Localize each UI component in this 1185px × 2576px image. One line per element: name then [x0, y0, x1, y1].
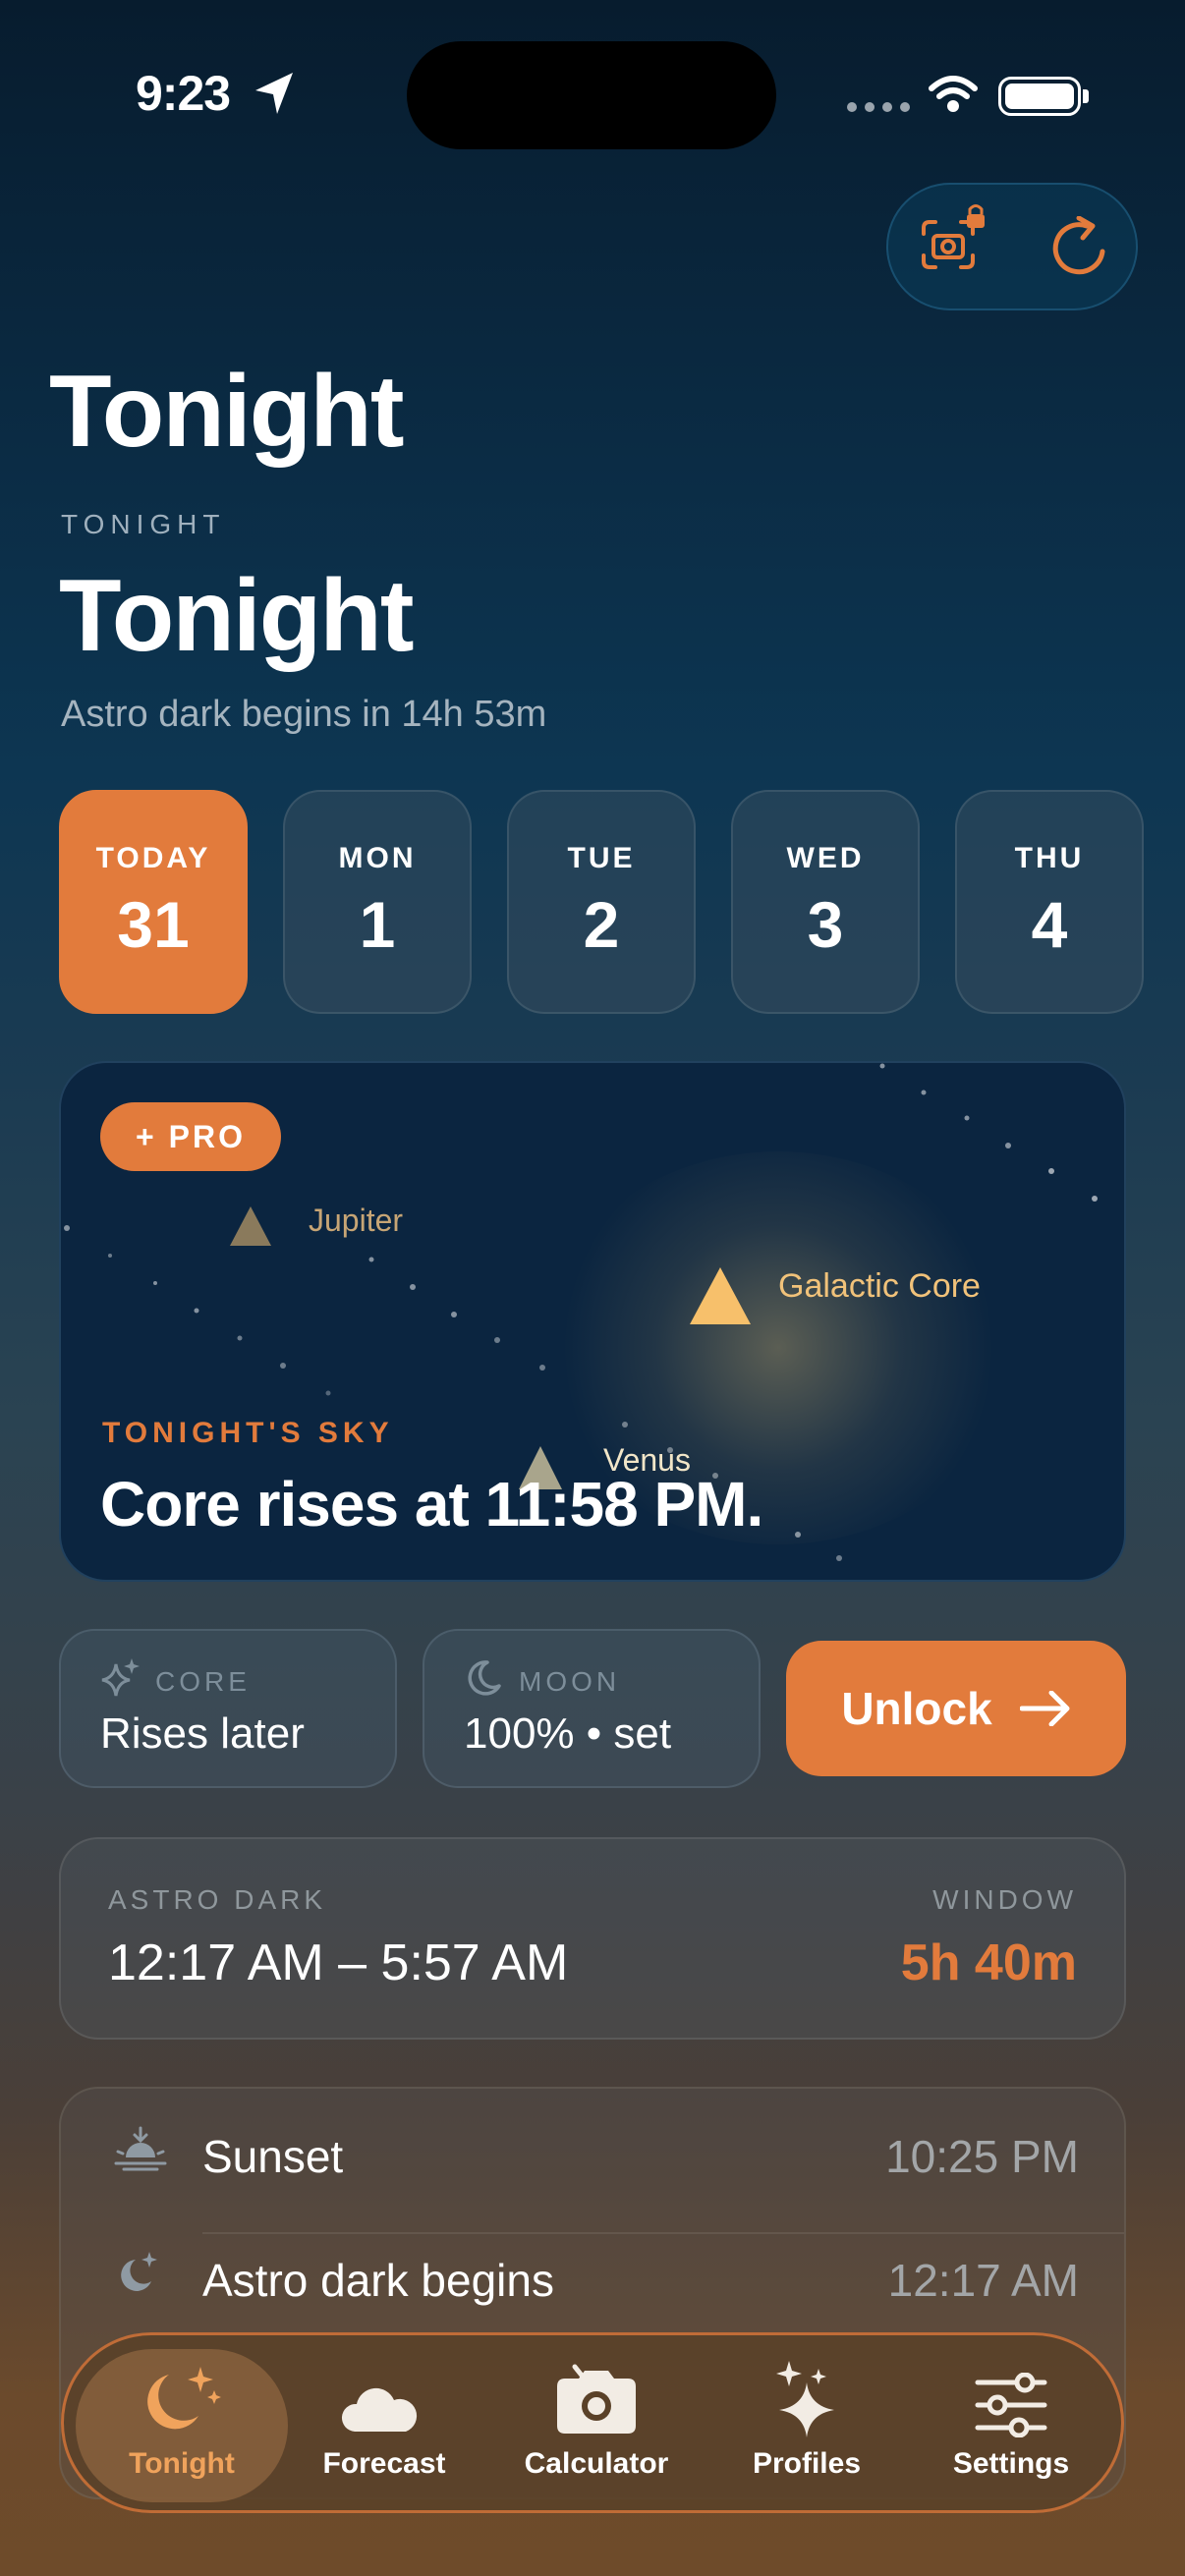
cellular-signal-icon	[847, 102, 910, 112]
sky-card[interactable]: + PRO Jupiter Galactic Core Venus TONIGH…	[59, 1061, 1126, 1582]
sunset-icon	[114, 2126, 167, 2171]
section-subtitle: Astro dark begins in 14h 53m	[61, 694, 547, 735]
day-chip-today[interactable]: TODAY 31	[59, 790, 248, 1014]
location-arrow-icon	[255, 73, 293, 114]
sparkle-icon	[101, 1658, 140, 1697]
arrow-right-icon	[1019, 1691, 1070, 1726]
moon-stars-icon	[147, 2367, 221, 2430]
unlock-button[interactable]: Unlock	[786, 1641, 1126, 1776]
core-stat-value: Rises later	[100, 1709, 305, 1758]
day-chip-wed[interactable]: WED 3	[731, 790, 920, 1014]
tab-settings[interactable]: Settings	[905, 2349, 1117, 2502]
tab-bar: Tonight Forecast Calculator Profiles Set…	[61, 2332, 1124, 2513]
window-value: 5h 40m	[900, 1934, 1077, 1991]
pro-badge[interactable]: + PRO	[100, 1102, 281, 1171]
tab-calculator[interactable]: Calculator	[490, 2349, 703, 2502]
moon-stat-value: 100% • set	[464, 1709, 672, 1758]
cloud-moon-icon	[341, 2375, 425, 2432]
event-time: 12:17 AM	[887, 2255, 1079, 2306]
tab-label: Profiles	[752, 2447, 862, 2480]
astro-dark-card: ASTRO DARK 12:17 AM – 5:57 AM WINDOW 5h …	[59, 1837, 1126, 2040]
moon-stat-card: MOON 100% • set	[423, 1629, 761, 1788]
page-title: Tonight	[49, 355, 404, 469]
day-chip-tue[interactable]: TUE 2	[507, 790, 696, 1014]
list-item[interactable]: Astro dark begins 12:17 AM	[61, 2212, 1124, 2336]
galactic-core-marker-icon	[690, 1267, 751, 1324]
tab-label: Settings	[952, 2447, 1070, 2480]
sky-eyebrow: TONIGHT'S SKY	[102, 1417, 394, 1449]
camera-lock-icon[interactable]	[918, 200, 988, 279]
day-chip-name: TODAY	[95, 842, 211, 874]
day-chip-number: 31	[117, 888, 190, 961]
battery-icon	[998, 77, 1081, 116]
day-chip-name: MON	[338, 842, 417, 874]
sky-headline: Core rises at 11:58 PM.	[100, 1469, 763, 1540]
wifi-icon	[929, 76, 978, 112]
tab-forecast[interactable]: Forecast	[278, 2349, 490, 2502]
refresh-icon[interactable]	[1049, 216, 1112, 281]
sliders-icon	[975, 2373, 1047, 2437]
day-picker: TODAY 31 MON 1 TUE 2 WED 3 THU 4	[59, 790, 1144, 1014]
day-chip-thu[interactable]: THU 4	[955, 790, 1144, 1014]
event-name: Sunset	[202, 2131, 344, 2182]
day-chip-name: WED	[786, 842, 865, 874]
sparkles-icon	[776, 2361, 834, 2437]
day-chip-mon[interactable]: MON 1	[283, 790, 472, 1014]
moon-icon	[468, 1660, 501, 1696]
tab-label: Forecast	[322, 2447, 446, 2480]
battery-tip	[1083, 89, 1089, 103]
moon-stat-label: MOON	[519, 1666, 621, 1697]
tab-profiles[interactable]: Profiles	[701, 2349, 913, 2502]
jupiter-marker-icon	[230, 1206, 271, 1246]
day-chip-name: THU	[1014, 842, 1085, 874]
section-eyebrow: TONIGHT	[61, 509, 226, 539]
window-label: WINDOW	[932, 1884, 1077, 1915]
event-name: Astro dark begins	[202, 2255, 554, 2306]
day-chip-number: 2	[583, 888, 620, 961]
core-stat-card: CORE Rises later	[59, 1629, 397, 1788]
astro-dark-label: ASTRO DARK	[108, 1884, 327, 1915]
galactic-core-label: Galactic Core	[778, 1267, 981, 1305]
jupiter-label: Jupiter	[309, 1203, 404, 1238]
unlock-label: Unlock	[841, 1683, 992, 1734]
day-chip-number: 3	[807, 888, 844, 961]
day-chip-name: TUE	[567, 842, 636, 874]
tab-label: Calculator	[524, 2447, 669, 2480]
dynamic-island	[407, 41, 776, 149]
list-item[interactable]: Sunset 10:25 PM	[61, 2089, 1124, 2234]
core-stat-label: CORE	[155, 1666, 251, 1697]
astro-dark-range: 12:17 AM – 5:57 AM	[108, 1934, 569, 1991]
event-time: 10:25 PM	[885, 2131, 1079, 2182]
tab-tonight[interactable]: Tonight	[76, 2349, 288, 2502]
moon-stars-icon	[121, 2252, 157, 2291]
camera-icon	[557, 2364, 636, 2434]
day-chip-number: 4	[1031, 888, 1068, 961]
status-time: 9:23	[136, 66, 231, 121]
tab-label: Tonight	[129, 2447, 235, 2480]
day-chip-number: 1	[359, 888, 396, 961]
section-title: Tonight	[59, 559, 414, 673]
